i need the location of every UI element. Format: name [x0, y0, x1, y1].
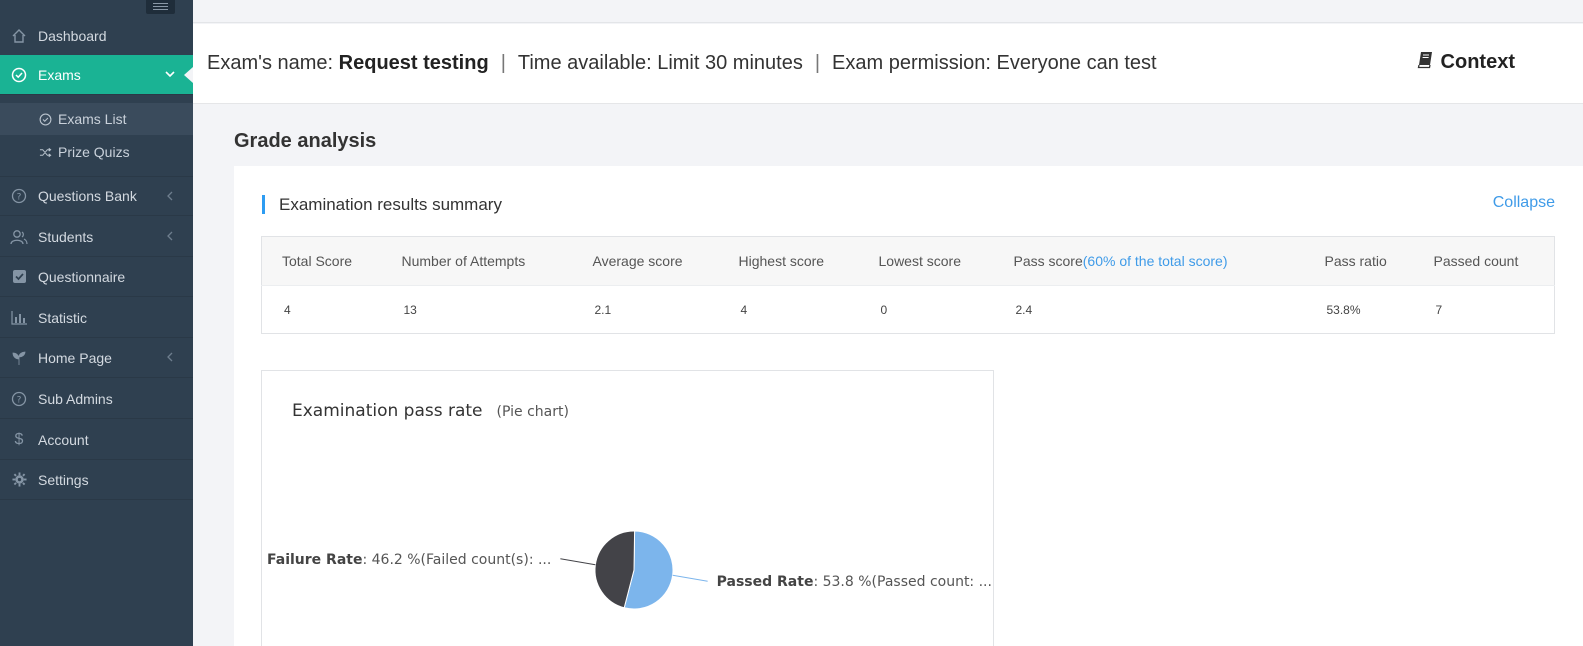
sidebar-item-settings[interactable]: Settings: [0, 460, 193, 500]
pass-score-hint: (60% of the total score): [1082, 253, 1228, 269]
sidebar-item-label: Sub Admins: [38, 390, 113, 407]
active-indicator: [184, 67, 193, 83]
sidebar-item-dashboard[interactable]: Dashboard: [0, 16, 193, 56]
table-cell: 4: [261, 285, 382, 334]
column-header: Average score: [572, 236, 719, 286]
sidebar-item-label: Students: [38, 228, 94, 245]
book-icon: [1417, 51, 1435, 74]
question-circle-icon: ?: [10, 187, 28, 205]
leaf-icon: [10, 349, 28, 367]
sidebar-item-home-page[interactable]: Home Page: [0, 338, 193, 378]
top-bar: [193, 0, 1583, 23]
checkbox-icon: [10, 268, 28, 286]
column-header-pass-score: Pass score(60% of the total score): [993, 236, 1305, 286]
sidebar-item-label: Dashboard: [38, 28, 107, 44]
column-header: Number of Attempts: [381, 236, 573, 286]
sidebar-item-label: Questionnaire: [38, 268, 126, 285]
table-cell: 2.4: [993, 285, 1305, 334]
collapse-link[interactable]: Collapse: [1493, 194, 1555, 212]
table-cell: 4: [718, 285, 859, 334]
sidebar-item-statistic[interactable]: Statistic: [0, 298, 193, 338]
sidebar: Dashboard Exams Exams List Prize Quizs ?…: [0, 0, 193, 646]
summary-table: Total Score Number of Attempts Average s…: [261, 236, 1555, 334]
column-header: Lowest score: [858, 236, 994, 286]
users-icon: [10, 228, 28, 246]
sidebar-item-sub-admins[interactable]: ? Sub Admins: [0, 379, 193, 419]
exam-permission: Exam permission: Everyone can test: [832, 52, 1157, 74]
pass-rate-chart: Examination pass rate (Pie chart) Passed …: [261, 370, 994, 646]
svg-text:?: ?: [17, 395, 22, 405]
sidebar-subitem-label: Prize Quizs: [58, 144, 130, 160]
sidebar-item-label: Settings: [38, 471, 89, 488]
sidebar-subitem-exams-list[interactable]: Exams List: [0, 103, 193, 135]
table-cell: 53.8%: [1304, 285, 1414, 334]
pie-connector-line: [560, 558, 596, 566]
sidebar-subitem-label: Exams List: [58, 111, 127, 127]
sidebar-item-exams[interactable]: Exams: [0, 55, 193, 95]
sidebar-subitem-prize-quizs[interactable]: Prize Quizs: [0, 136, 193, 168]
exam-name-value: Request testing: [338, 52, 489, 74]
column-header: Highest score: [718, 236, 859, 286]
table-cell: 2.1: [572, 285, 719, 334]
exam-info-header: Exam's name: Request testing | Time avai…: [193, 24, 1583, 104]
sidebar-item-label: Questions Bank: [38, 188, 137, 204]
chevron-left-icon: [165, 190, 175, 204]
table-cell: 13: [381, 285, 573, 334]
pie-slice-label: Failure Rate: 46.2 %(Failed count(s): ..…: [267, 552, 551, 568]
check-circle-icon: [10, 66, 28, 84]
sidebar-item-questionnaire[interactable]: Questionnaire: [0, 257, 193, 297]
dollar-icon: $: [14, 430, 24, 448]
sidebar-item-questions-bank[interactable]: ? Questions Bank: [0, 176, 193, 216]
separator: |: [500, 52, 506, 74]
svg-text:?: ?: [17, 193, 22, 203]
column-header: Passed count: [1413, 236, 1555, 286]
chevron-left-icon: [165, 351, 175, 365]
sidebar-item-label: Home Page: [38, 349, 112, 366]
sidebar-item-account[interactable]: $ Account: [0, 420, 193, 460]
exam-time-available: Time available: Limit 30 minutes: [517, 52, 803, 74]
page-title: Grade analysis: [234, 130, 377, 152]
sidebar-item-label: Statistic: [38, 309, 88, 326]
gear-icon: [10, 471, 28, 489]
table-cell: 7: [1413, 285, 1555, 334]
table-header-row: Total Score Number of Attempts Average s…: [261, 236, 1555, 286]
home-icon: [10, 27, 28, 45]
sidebar-item-students[interactable]: Students: [0, 217, 193, 257]
column-header: Total Score: [261, 236, 382, 286]
separator: |: [814, 52, 821, 74]
chevron-down-icon: [165, 68, 175, 82]
context-button[interactable]: Context: [1417, 51, 1515, 74]
pie-connector-line: [672, 574, 708, 582]
results-panel: Examination results summary Collapse Tot…: [234, 166, 1583, 646]
chevron-left-icon: [165, 230, 175, 244]
column-header: Pass ratio: [1304, 236, 1414, 286]
table-cell: 0: [858, 285, 994, 334]
sidebar-item-label: Exams: [38, 66, 81, 83]
pie-chart: Passed Rate: 53.8 %(Passed count: ... Fai…: [267, 530, 992, 610]
table-row: 4 13 2.1 4 0 2.4 53.8% 7: [261, 285, 1555, 334]
exam-name-label: Exam's name:: [207, 52, 334, 74]
pie-slice-label: Passed Rate: 53.8 %(Passed count: ...: [717, 574, 992, 590]
shuffle-icon: [38, 146, 52, 159]
menu-toggle-icon[interactable]: [146, 0, 175, 14]
context-label: Context: [1440, 51, 1515, 73]
summary-title: Examination results summary: [262, 195, 502, 214]
bar-chart-icon: [10, 309, 28, 327]
check-circle-icon: [38, 113, 52, 126]
column-header: Pass score: [1013, 253, 1083, 269]
question-circle-icon: ?: [10, 390, 28, 408]
sidebar-item-label: Account: [38, 431, 89, 448]
